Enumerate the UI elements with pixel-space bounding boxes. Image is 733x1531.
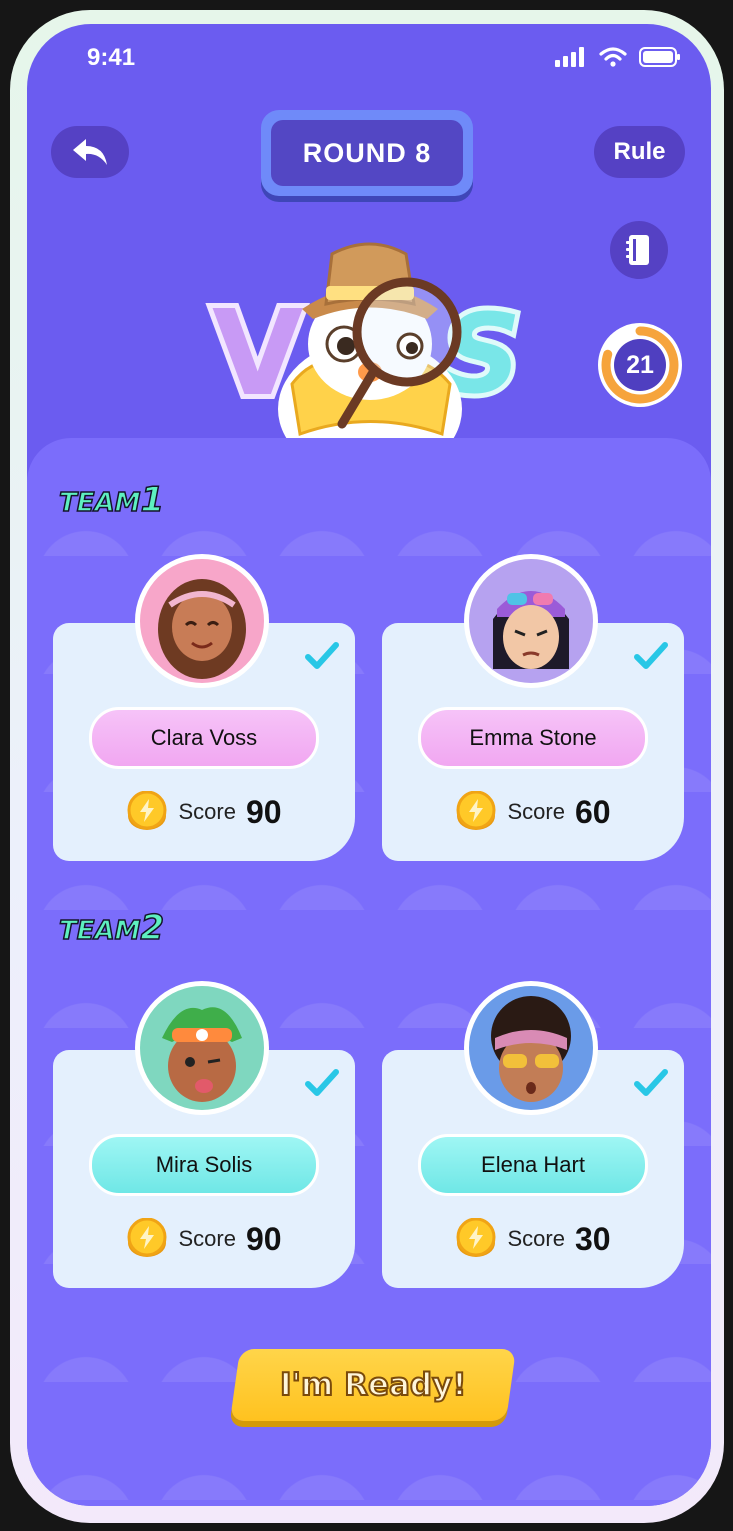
ready-button[interactable]: I'm Ready!: [229, 1349, 517, 1421]
battery-icon: [639, 47, 680, 67]
round-label: ROUND 8: [271, 120, 463, 186]
player-name: Elena Hart: [418, 1134, 648, 1196]
coin-icon: [456, 791, 496, 830]
teams-panel: [27, 438, 711, 1506]
wifi-icon: [599, 47, 627, 67]
avatar-image: [140, 559, 264, 683]
countdown-timer: 21: [595, 320, 685, 410]
score-value: 90: [245, 793, 282, 830]
avatar-clara-voss: [135, 554, 269, 688]
status-icons: [555, 46, 681, 68]
avatar-elena-hart: [464, 981, 598, 1115]
score-label: Score: [178, 1226, 236, 1251]
score-row: Score 90: [53, 1214, 355, 1264]
check-icon: [634, 1069, 668, 1096]
game-screen: 9:41 ROUND 8 Rule 21 V S TEAM1 Clara Vos…: [27, 24, 711, 1506]
avatar-image: [140, 986, 264, 1110]
score-value: 90: [245, 1220, 282, 1257]
timer-value: 21: [626, 350, 654, 379]
team-1-label: TEAM1: [58, 479, 165, 521]
coin-icon: [127, 791, 167, 830]
rule-button[interactable]: Rule: [594, 126, 685, 178]
score-label: Score: [507, 799, 565, 824]
round-badge: ROUND 8: [261, 110, 473, 196]
detective-mascot-logo: V S: [207, 242, 526, 454]
team-1-number: 1: [140, 479, 165, 521]
player-name: Emma Stone: [418, 707, 648, 769]
notebook-icon: [626, 235, 649, 265]
back-button[interactable]: [51, 126, 129, 178]
score-value: 30: [574, 1220, 611, 1257]
player-name: Clara Voss: [89, 707, 319, 769]
team-2-label: TEAM2: [58, 907, 165, 949]
avatar-mira-solis: [135, 981, 269, 1115]
team-2-number: 2: [140, 907, 165, 949]
team-1-text: TEAM: [58, 487, 141, 519]
player-name: Mira Solis: [89, 1134, 319, 1196]
score-value: 60: [574, 793, 611, 830]
avatar-emma-stone: [464, 554, 598, 688]
notebook-button[interactable]: [610, 221, 668, 279]
avatar-image: [469, 986, 593, 1110]
score-label: Score: [507, 1226, 565, 1251]
check-icon: [634, 642, 668, 669]
coin-icon: [456, 1218, 496, 1257]
avatar-image: [469, 559, 593, 683]
back-arrow-icon: [73, 139, 107, 165]
score-row: Score 30: [382, 1214, 684, 1264]
check-icon: [305, 1069, 339, 1096]
ready-button-label: I'm Ready!: [279, 1366, 467, 1404]
score-label: Score: [178, 799, 236, 824]
signal-icon: [555, 47, 584, 67]
score-row: Score 90: [53, 787, 355, 837]
status-bar: 9:41: [27, 24, 711, 94]
check-icon: [305, 642, 339, 669]
score-row: Score 60: [382, 787, 684, 837]
coin-icon: [127, 1218, 167, 1257]
team-2-text: TEAM: [58, 915, 141, 947]
status-time: 9:41: [87, 44, 136, 71]
